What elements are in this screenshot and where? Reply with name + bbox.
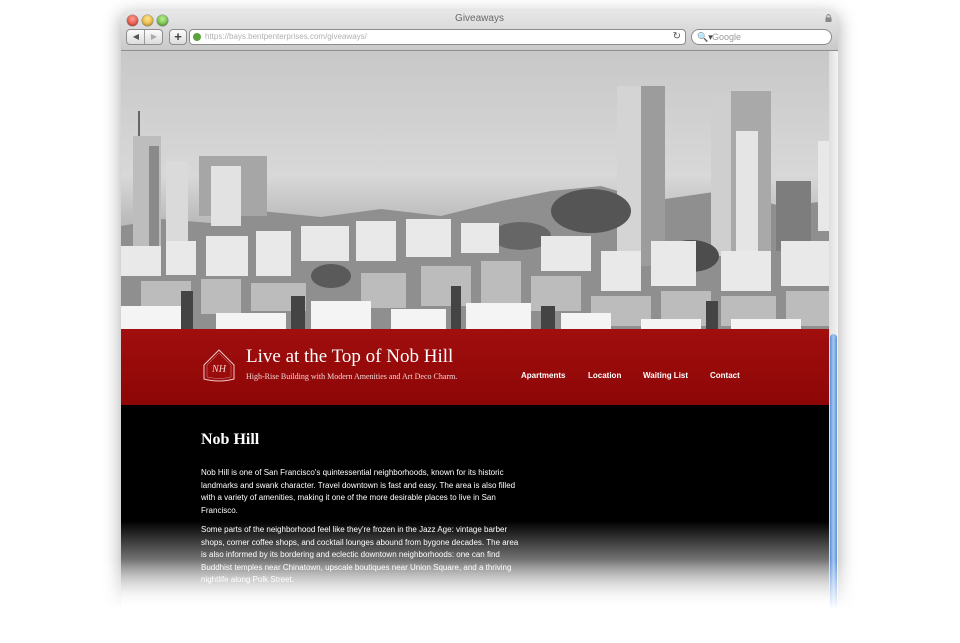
site-favicon-icon	[193, 33, 201, 41]
lock-icon	[825, 14, 832, 22]
address-bar[interactable]: https://bays.bentpenterprises.com/giveaw…	[189, 29, 686, 45]
reload-icon[interactable]: ↻	[673, 31, 681, 43]
logo-monogram: NH	[211, 364, 227, 375]
reflection-fade	[100, 560, 860, 643]
nav-apartments[interactable]: Apartments	[521, 371, 565, 380]
site-tagline: High-Rise Building with Modern Amenities…	[246, 372, 458, 381]
search-field[interactable]: 🔍▾ Google	[691, 29, 832, 45]
site-header-banner: NH Live at the Top of Nob Hill High-Rise…	[121, 329, 829, 405]
nav-location[interactable]: Location	[588, 371, 621, 380]
site-title[interactable]: Live at the Top of Nob Hill	[246, 346, 453, 368]
search-icon[interactable]: 🔍▾	[697, 31, 713, 43]
city-skyline-photo	[121, 51, 829, 329]
back-button[interactable]: ◀	[127, 30, 145, 44]
add-bookmark-button[interactable]: +	[169, 29, 187, 45]
nav-waiting-list[interactable]: Waiting List	[643, 371, 688, 380]
url-text: https://bays.bentpenterprises.com/giveaw…	[205, 32, 367, 41]
window-title: Giveaways	[455, 13, 504, 24]
vertical-scrollbar[interactable]	[829, 51, 838, 611]
nob-hill-logo[interactable]: NH	[202, 349, 236, 383]
page-heading: Nob Hill	[201, 431, 260, 448]
back-forward-group: ◀ ▶	[126, 29, 163, 45]
search-placeholder: Google	[712, 32, 742, 42]
title-bar: Giveaways ◀ ▶ + https://bays.bentpenterp…	[121, 11, 838, 51]
nav-contact[interactable]: Contact	[710, 371, 740, 380]
skyline-illustration	[121, 86, 829, 329]
intro-paragraph: Nob Hill is one of San Francisco's quint…	[201, 468, 516, 515]
browser-window: Giveaways ◀ ▶ + https://bays.bentpenterp…	[121, 11, 838, 611]
page-viewport: NH Live at the Top of Nob Hill High-Rise…	[121, 51, 829, 611]
forward-button[interactable]: ▶	[145, 30, 163, 44]
